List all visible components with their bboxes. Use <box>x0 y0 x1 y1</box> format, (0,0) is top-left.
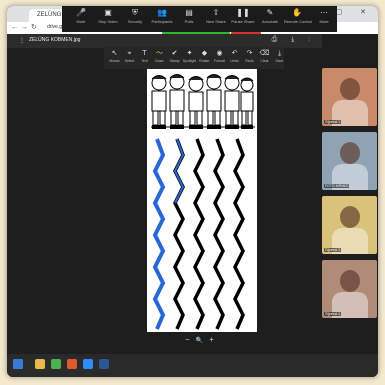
participant-video <box>340 78 360 100</box>
zoom-icon[interactable]: 🔍 <box>196 338 209 344</box>
participant-video <box>340 270 360 292</box>
microphone-icon: 🎤 <box>76 8 86 17</box>
participant-name: Öğrenci 1 <box>324 120 342 124</box>
zigzag-tracing-lines <box>152 138 245 330</box>
media-icon[interactable] <box>67 359 77 369</box>
stop-video-button[interactable]: ▣ Stop Video <box>95 7 121 24</box>
button-label: Annotate <box>261 19 278 24</box>
more-icon: ⋯ <box>320 8 328 17</box>
polls-button[interactable]: ▤ Polls <box>176 7 202 24</box>
folder-icon[interactable] <box>35 359 45 369</box>
pause-share-button[interactable]: ❚❚ Pause Share <box>230 7 256 24</box>
zigzag-line-5 <box>233 138 245 330</box>
start-icon[interactable] <box>13 359 23 369</box>
participant-name: Öğrenci 4 <box>324 312 342 316</box>
zoom-in-button[interactable]: + <box>209 335 220 344</box>
save-icon: ⤓ <box>277 50 282 57</box>
button-label: Mute <box>76 19 86 24</box>
zoom-meeting-toolbar: 🎤 Mute ▣ Stop Video ⛨ Security 👥 Participants ▤ P… <box>62 6 337 32</box>
nav-arrows-icon[interactable]: ←→↻ <box>11 23 40 31</box>
button-label: Security <box>127 19 143 24</box>
participant-video <box>340 206 360 228</box>
screen: ZELÜNG KOBMEN.jpg ✕ + – ▢ ✕ ←→↻ drive.go… <box>7 6 378 377</box>
remote-control-icon: ✋ <box>292 8 302 17</box>
participants-icon: 👥 <box>157 8 167 17</box>
participant-tile[interactable]: Öğrenci 4 <box>322 260 377 318</box>
zigzag-line-3 <box>193 138 205 330</box>
children-illustration <box>147 69 257 137</box>
participant-name: FOTO KIRMIZI <box>324 184 350 188</box>
participants-button[interactable]: 👥 Participants <box>149 7 175 24</box>
taskbar <box>7 354 378 377</box>
share-icon: ⇧ <box>212 8 220 17</box>
participant-video <box>340 142 360 164</box>
button-label: Stop Video <box>98 19 118 24</box>
participant-tile[interactable]: Öğrenci 1 <box>322 68 377 126</box>
worksheet-page <box>147 69 257 332</box>
new-share-button[interactable]: ⇧ New Share <box>203 7 229 24</box>
viewer-header: ⋮ ZELÜNG KOBMEN.jpg ⎙ ⤓ ⋮ <box>7 34 322 48</box>
zoom-out-button[interactable]: − <box>185 335 196 344</box>
polls-icon: ▤ <box>185 8 193 17</box>
page-zoom-controls: −🔍+ <box>185 335 225 347</box>
shield-icon: ⛨ <box>132 8 138 17</box>
participant-tile[interactable]: Öğrenci 3 <box>322 196 377 254</box>
pause-icon: ❚❚ <box>236 8 250 17</box>
participant-tile[interactable]: FOTO KIRMIZI <box>322 132 377 190</box>
remote-control-button[interactable]: ✋ Remote Control <box>284 7 313 24</box>
annotate-icon: ✎ <box>266 8 274 17</box>
traced-line-1 <box>152 138 166 330</box>
file-name: ZELÜNG KOBMEN.jpg <box>29 37 81 43</box>
tool-label: Save <box>275 59 284 63</box>
more-button[interactable]: ⋯ More <box>311 7 337 24</box>
video-icon: ▣ <box>104 8 112 17</box>
button-label: Remote Control <box>284 19 313 24</box>
participant-gallery: Öğrenci 1 FOTO KIRMIZI Öğrenci 3 Öğrenci 4 <box>318 68 378 328</box>
tool-save[interactable]: ⤓ Save <box>271 49 288 63</box>
button-label: More <box>319 19 329 24</box>
annotate-button[interactable]: ✎ Annotate <box>257 7 283 24</box>
zigzag-line-4 <box>213 138 225 330</box>
menu-icon[interactable]: ⋮ <box>19 37 25 44</box>
mute-button[interactable]: 🎤 Mute <box>68 7 94 24</box>
zoom-icon[interactable] <box>83 359 93 369</box>
participant-name: Öğrenci 3 <box>324 248 342 252</box>
button-label: Pause Share <box>231 19 255 24</box>
button-label: New Share <box>206 19 226 24</box>
word-icon[interactable] <box>99 359 109 369</box>
security-button[interactable]: ⛨ Security <box>122 7 148 24</box>
button-label: Polls <box>184 19 194 24</box>
button-label: Participants <box>151 19 173 24</box>
viewer-actions[interactable]: ⎙ ⤓ ⋮ <box>272 36 316 44</box>
annotation-toolbar: ↖ Mouse ⌖ Select T Text 〜 Draw ✔ Stamp ✦ Spotlight ◆… <box>104 47 284 69</box>
chrome-icon[interactable] <box>51 359 61 369</box>
